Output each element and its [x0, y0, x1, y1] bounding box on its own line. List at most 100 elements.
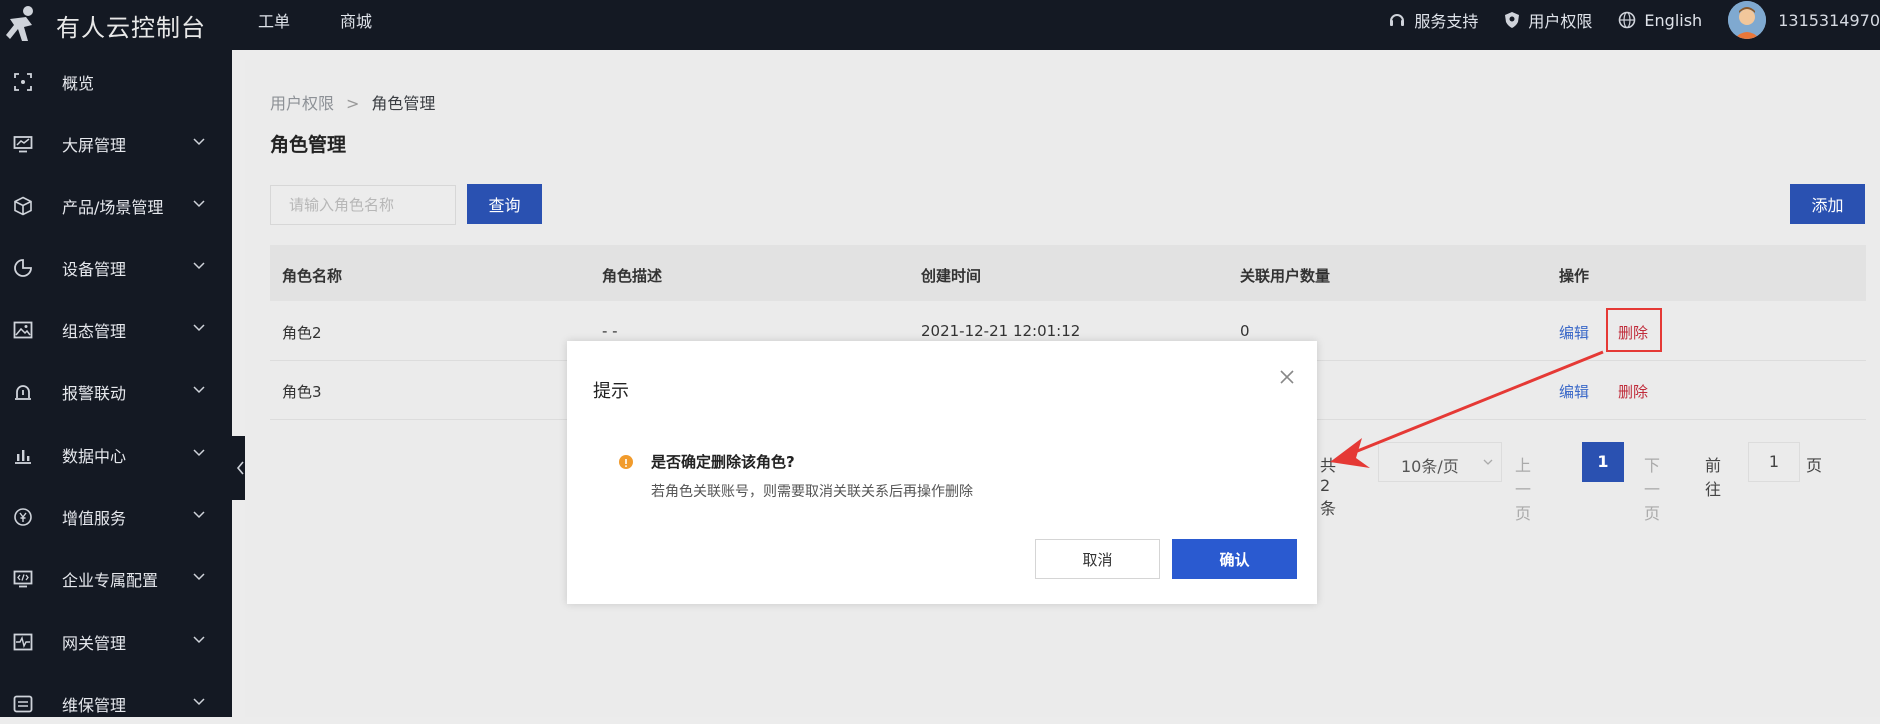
user-permission-link[interactable]: 用户权限 — [1504, 8, 1592, 32]
sidebar-item-label: 设备管理 — [62, 260, 127, 279]
image-icon — [13, 321, 33, 339]
created-time: 2021-12-21 12:01:12 — [921, 322, 1081, 340]
sidebar-item-device[interactable]: 设备管理 — [0, 248, 232, 288]
chevron-down-icon — [193, 138, 205, 146]
role-name: 角色2 — [282, 324, 322, 342]
add-role-button[interactable]: 添加 — [1790, 184, 1865, 224]
breadcrumb-parent[interactable]: 用户权限 — [270, 94, 334, 113]
sidebar-item-value-added[interactable]: 增值服务 — [0, 497, 232, 537]
prev-page-button[interactable]: 上一页 — [1515, 452, 1531, 524]
logo-text: 有人云控制台 — [56, 13, 206, 42]
top-bar: 有人云控制台 工单 商城 服务支持 用户权限 English 131531497… — [0, 0, 1880, 50]
page-title: 角色管理 — [270, 134, 347, 156]
page-size-value: 10条/页 — [1401, 457, 1459, 476]
code-screen-icon — [13, 570, 33, 588]
pagination-total: 共 2 条 — [1320, 456, 1337, 518]
edit-link[interactable]: 编辑 — [1559, 381, 1589, 402]
nav-tickets[interactable]: 工单 — [258, 8, 290, 32]
breadcrumb: 用户权限 > 角色管理 — [270, 90, 435, 114]
chevron-down-icon — [193, 573, 205, 581]
goto-page-input[interactable]: 1 — [1748, 442, 1800, 482]
user-permission-label: 用户权限 — [1528, 12, 1593, 31]
sidebar-item-label: 数据中心 — [62, 447, 127, 466]
chevron-down-icon — [1483, 459, 1493, 465]
sidebar-item-label: 组态管理 — [62, 322, 127, 341]
column-header: 操作 — [1559, 267, 1590, 285]
column-header: 角色描述 — [602, 267, 663, 285]
sidebar-item-label: 增值服务 — [62, 509, 127, 528]
page-number-current[interactable]: 1 — [1582, 442, 1624, 482]
logo-icon — [6, 6, 33, 41]
dialog-message: 若角色关联账号，则需要取消关联关系后再操作删除 — [651, 484, 973, 500]
user-avatar-icon — [1728, 1, 1767, 39]
service-support-link[interactable]: 服务支持 — [1388, 8, 1478, 32]
list-icon — [13, 695, 33, 713]
logo[interactable]: 有人云控制台 — [0, 0, 220, 50]
sidebar-item-label: 大屏管理 — [62, 136, 127, 155]
sidebar-item-alarm[interactable]: 报警联动 — [0, 372, 232, 412]
sidebar-item-maintenance[interactable]: 维保管理 — [0, 684, 232, 724]
sidebar-item-label: 网关管理 — [62, 634, 127, 653]
language-label: English — [1644, 10, 1703, 30]
edit-link[interactable]: 编辑 — [1559, 322, 1589, 343]
breadcrumb-current: 角色管理 — [371, 94, 436, 113]
sidebar-item-label: 概览 — [62, 74, 95, 93]
chevron-down-icon — [193, 324, 205, 332]
top-right-menu: 服务支持 用户权限 English 1315314970 — [1388, 0, 1880, 40]
close-icon[interactable] — [1277, 367, 1297, 387]
globe-icon — [1619, 11, 1636, 29]
chevron-down-icon — [193, 262, 205, 270]
sidebar-item-overview[interactable]: 概览 — [0, 62, 232, 102]
dialog-title: 提示 — [593, 381, 629, 402]
page-size-select[interactable]: 10条/页 — [1378, 442, 1502, 482]
goto-label: 前往 — [1705, 456, 1722, 499]
confirm-dialog: 提示 是否确定删除该角色? 若角色关联账号，则需要取消关联关系后再操作删除 取消… — [567, 341, 1317, 604]
role-name: 角色3 — [282, 383, 322, 401]
user-id[interactable]: 1315314970 — [1778, 11, 1880, 30]
shield-icon — [1505, 12, 1520, 28]
top-nav: 工单 商城 — [258, 0, 372, 40]
confirm-button[interactable]: 确认 — [1172, 539, 1297, 579]
table-header: 角色名称 角色描述 创建时间 关联用户数量 操作 — [270, 245, 1866, 301]
column-header: 关联用户数量 — [1240, 267, 1331, 285]
bar-icon — [15, 450, 31, 464]
sidebar-item-product[interactable]: 产品/场景管理 — [0, 186, 232, 226]
role-search-input[interactable]: 请输入角色名称 — [270, 185, 456, 225]
pulse-icon — [13, 633, 33, 651]
user-count: 0 — [1240, 322, 1250, 340]
cancel-button[interactable]: 取消 — [1035, 539, 1160, 579]
dialog-heading: 是否确定删除该角色? — [651, 453, 795, 471]
language-switch[interactable]: English — [1618, 11, 1702, 30]
service-support-label: 服务支持 — [1414, 12, 1479, 31]
sidebar: 概览 大屏管理 产品/场景管理 设备管理 组态管理 报警联动 数据中心 增值服务… — [0, 50, 232, 717]
sidebar-item-label: 报警联动 — [62, 384, 127, 403]
sidebar-item-label: 产品/场景管理 — [62, 198, 164, 217]
chevron-down-icon — [193, 698, 205, 706]
delete-link[interactable]: 删除 — [1618, 381, 1648, 402]
sidebar-item-enterprise[interactable]: 企业专属配置 — [0, 559, 232, 599]
chevron-down-icon — [193, 636, 205, 644]
alarm-icon — [15, 385, 31, 400]
pie-icon — [14, 259, 32, 277]
sidebar-item-label: 维保管理 — [62, 696, 127, 715]
avatar[interactable] — [1728, 1, 1767, 39]
next-page-button[interactable]: 下一页 — [1644, 452, 1660, 524]
sidebar-item-data-center[interactable]: 数据中心 — [0, 435, 232, 475]
screen-icon — [13, 136, 33, 153]
headset-icon — [1390, 14, 1405, 26]
overview-icon — [14, 73, 32, 91]
sidebar-item-config[interactable]: 组态管理 — [0, 310, 232, 350]
warning-icon — [619, 455, 633, 469]
highlight-box — [1606, 308, 1662, 352]
nav-mall[interactable]: 商城 — [340, 8, 372, 32]
page-unit-label: 页 — [1806, 456, 1823, 475]
role-desc: - - — [602, 322, 618, 340]
sidebar-item-screen[interactable]: 大屏管理 — [0, 124, 232, 164]
column-header: 角色名称 — [282, 267, 343, 285]
cube-icon — [14, 196, 32, 216]
breadcrumb-separator: > — [346, 94, 360, 113]
yen-icon — [14, 508, 32, 526]
query-button[interactable]: 查询 — [467, 184, 542, 224]
sidebar-item-label: 企业专属配置 — [62, 571, 159, 590]
sidebar-item-gateway[interactable]: 网关管理 — [0, 622, 232, 662]
